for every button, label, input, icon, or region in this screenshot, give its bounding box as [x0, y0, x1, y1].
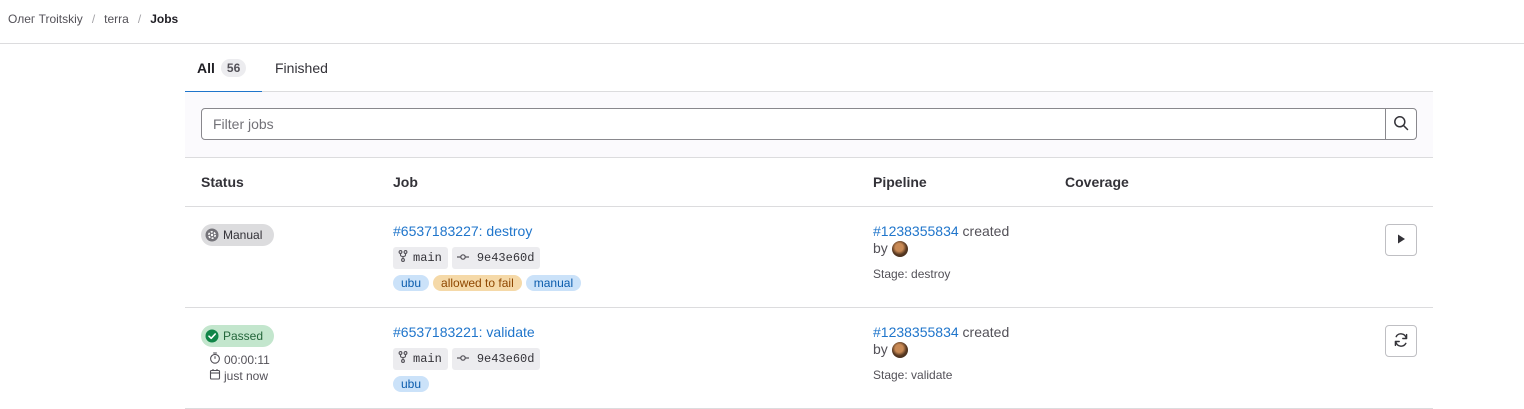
tag-badge: ubu — [393, 376, 430, 392]
commit-sha: 9e43e60d — [476, 251, 535, 265]
table-row: Passed 00:00:11 just now #6537183221: va… — [185, 308, 1433, 409]
pipeline-by-text: by — [873, 240, 888, 256]
gear-icon — [205, 228, 219, 242]
check-circle-icon — [205, 329, 219, 343]
timer-icon — [209, 352, 224, 367]
branch-icon — [398, 351, 413, 367]
job-tabs: All 56 Finished — [185, 44, 1433, 93]
branch-ref[interactable]: main — [393, 348, 448, 370]
retry-icon — [1393, 332, 1409, 351]
pipeline-info: #1238355834 created by — [873, 223, 1033, 257]
pipeline-by-text: by — [873, 341, 888, 357]
breadcrumb-user[interactable]: Олег Troitskiy — [8, 12, 83, 26]
job-link[interactable]: #6537183221: validate — [393, 324, 535, 340]
tab-finished-label: Finished — [275, 60, 328, 76]
retry-button[interactable] — [1385, 325, 1417, 357]
search-icon — [1393, 115, 1409, 134]
manual-badge: manual — [525, 275, 582, 291]
status-label: Manual — [223, 228, 263, 242]
pipeline-link[interactable]: #1238355834 — [873, 324, 959, 340]
table-row: Manual #6537183227: destroy main 9e43e60… — [185, 207, 1433, 308]
column-status: Status — [201, 174, 244, 190]
search-button[interactable] — [1385, 108, 1417, 140]
job-tags: ubu — [393, 376, 433, 392]
job-refs: main 9e43e60d — [393, 348, 544, 370]
breadcrumb-jobs[interactable]: Jobs — [150, 12, 178, 26]
commit-icon — [456, 251, 477, 265]
column-job: Job — [393, 174, 418, 190]
commit-icon — [456, 352, 477, 366]
commit-ref[interactable]: 9e43e60d — [451, 247, 541, 269]
job-tags: ubu allowed to fail manual — [393, 275, 585, 291]
pipeline-created-text: created — [962, 324, 1010, 340]
branch-icon — [398, 250, 413, 266]
job-refs: main 9e43e60d — [393, 247, 544, 269]
job-finished: just now — [209, 368, 268, 383]
filter-jobs-input[interactable] — [201, 108, 1386, 140]
jobs-content: All 56 Finished Status Job Pipeline Cove… — [185, 44, 1433, 409]
column-pipeline: Pipeline — [873, 174, 927, 190]
filter-bar — [185, 92, 1433, 158]
avatar[interactable] — [891, 240, 908, 257]
top-bar: Олег Troitskiy / terra / Jobs — [0, 0, 1524, 44]
stage-label: Stage: destroy — [873, 267, 951, 281]
breadcrumb: Олег Troitskiy / terra / Jobs — [8, 12, 178, 26]
branch-ref[interactable]: main — [393, 247, 448, 269]
status-badge[interactable]: Passed — [201, 325, 274, 347]
pipeline-created-text: created — [962, 223, 1010, 239]
play-icon — [1395, 232, 1407, 248]
breadcrumb-separator: / — [91, 12, 96, 26]
commit-sha: 9e43e60d — [476, 352, 535, 366]
tab-all-count: 56 — [220, 59, 247, 77]
table-header: Status Job Pipeline Coverage — [185, 158, 1433, 207]
tab-finished[interactable]: Finished — [275, 44, 328, 92]
job-link[interactable]: #6537183227: destroy — [393, 223, 532, 239]
calendar-icon — [209, 368, 224, 383]
branch-name: main — [413, 352, 442, 366]
column-coverage: Coverage — [1065, 174, 1129, 190]
duration-value: 00:00:11 — [224, 352, 270, 367]
allowed-to-fail-badge: allowed to fail — [433, 275, 522, 291]
status-badge[interactable]: Manual — [201, 224, 274, 246]
stage-label: Stage: validate — [873, 368, 953, 382]
branch-name: main — [413, 251, 442, 265]
tab-all[interactable]: All 56 — [185, 44, 262, 93]
pipeline-link[interactable]: #1238355834 — [873, 223, 959, 239]
status-label: Passed — [223, 329, 264, 343]
avatar[interactable] — [891, 341, 908, 358]
breadcrumb-project[interactable]: terra — [104, 12, 129, 26]
finished-value: just now — [224, 368, 269, 383]
commit-ref[interactable]: 9e43e60d — [451, 348, 541, 370]
tag-badge: ubu — [393, 275, 430, 291]
pipeline-info: #1238355834 created by — [873, 324, 1033, 358]
job-duration: 00:00:11 — [209, 352, 270, 367]
play-button[interactable] — [1385, 224, 1417, 256]
breadcrumb-separator: / — [137, 12, 142, 26]
tab-all-label: All — [197, 60, 215, 76]
